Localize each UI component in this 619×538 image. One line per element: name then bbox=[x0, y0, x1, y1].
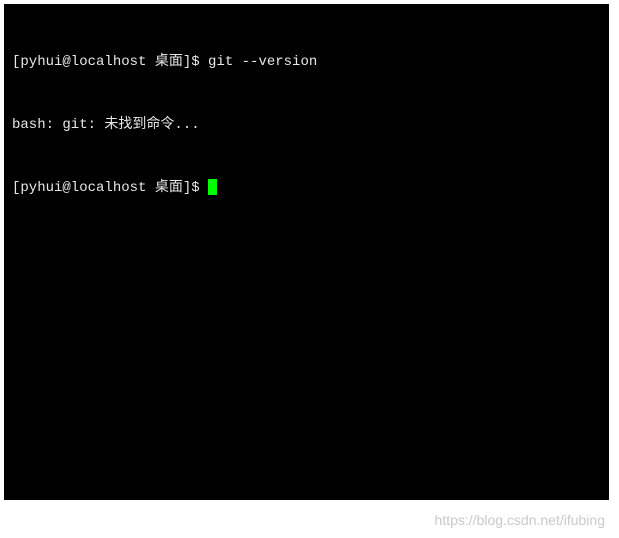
shell-output: bash: git: 未找到命令... bbox=[12, 117, 200, 133]
shell-command: git --version bbox=[208, 54, 317, 70]
shell-prompt: [pyhui@localhost 桌面]$ bbox=[12, 180, 208, 196]
terminal-window[interactable]: [pyhui@localhost 桌面]$ git --version bash… bbox=[4, 4, 609, 500]
terminal-line: [pyhui@localhost 桌面]$ git --version bbox=[12, 52, 601, 73]
watermark-text: https://blog.csdn.net/ifubing bbox=[435, 512, 605, 528]
terminal-line: [pyhui@localhost 桌面]$ bbox=[12, 178, 601, 199]
shell-prompt: [pyhui@localhost 桌面]$ bbox=[12, 54, 208, 70]
terminal-line: bash: git: 未找到命令... bbox=[12, 115, 601, 136]
cursor-icon bbox=[208, 179, 217, 195]
